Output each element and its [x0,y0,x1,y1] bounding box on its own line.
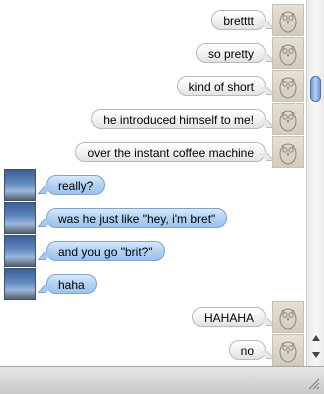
message-row: so pretty [0,37,306,69]
chat-transcript[interactable]: bretttt so pretty kind of short he intro… [0,0,306,366]
message-row: haha [0,268,306,300]
message-bubble-incoming: haha [46,274,97,294]
sky-photo-avatar-icon [4,202,36,234]
message-row: HAHAHA [0,301,306,333]
message-row: over the instant coffee machine [0,136,306,168]
owl-avatar-icon [272,4,304,36]
message-bubble-incoming: and you go "brit?" [46,241,165,261]
message-bubble-outgoing: he introduced himself to me! [91,109,266,129]
bottom-status-bar [0,366,324,394]
message-bubble-incoming: really? [46,175,106,195]
owl-avatar-icon [272,37,304,69]
scroll-down-arrow-icon[interactable] [312,352,320,358]
owl-avatar-icon [272,70,304,102]
message-bubble-outgoing: so pretty [195,43,266,63]
message-row: really? [0,169,306,201]
message-bubble-outgoing: kind of short [176,76,266,96]
owl-avatar-icon [272,301,304,333]
vertical-scrollbar[interactable] [306,0,324,366]
sky-photo-avatar-icon [4,169,36,201]
owl-avatar-icon [272,103,304,135]
owl-avatar-icon [272,136,304,168]
message-row: no [0,334,306,366]
message-row: kind of short [0,70,306,102]
sky-photo-avatar-icon [4,235,36,267]
message-bubble-incoming: was he just like "hey, i'm bret" [46,208,228,228]
message-row: he introduced himself to me! [0,103,306,135]
sky-photo-avatar-icon [4,268,36,300]
message-bubble-outgoing: over the instant coffee machine [75,142,266,162]
message-row: and you go "brit?" [0,235,306,267]
message-bubble-outgoing: bretttt [211,10,266,30]
message-row: bretttt [0,4,306,36]
owl-avatar-icon [272,334,304,366]
scroll-thumb[interactable] [310,76,321,102]
message-row: was he just like "hey, i'm bret" [0,202,306,234]
message-bubble-outgoing: HAHAHA [191,307,266,327]
resize-grip-icon[interactable] [308,378,320,390]
chat-window: bretttt so pretty kind of short he intro… [0,0,324,394]
scroll-up-arrow-icon[interactable] [312,335,320,341]
message-bubble-outgoing: no [228,340,266,360]
